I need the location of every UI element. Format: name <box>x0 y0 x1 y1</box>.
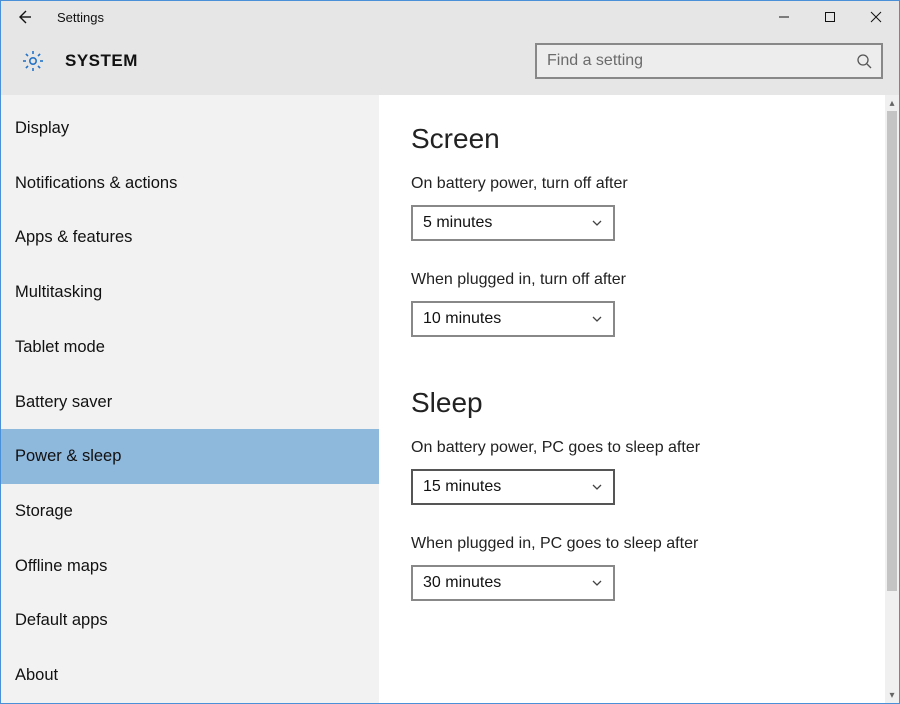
back-button[interactable] <box>1 1 47 33</box>
search-icon <box>847 53 881 69</box>
sidebar-item-label: Notifications & actions <box>15 174 177 193</box>
scroll-up-button[interactable]: ▴ <box>885 95 899 111</box>
sidebar-item-label: Multitasking <box>15 283 102 302</box>
sidebar-item-battery-saver[interactable]: Battery saver <box>1 375 379 430</box>
sleep-battery-dropdown[interactable]: 15 minutes <box>411 469 615 505</box>
sidebar-item-label: Apps & features <box>15 228 132 247</box>
sidebar-item-multitasking[interactable]: Multitasking <box>1 265 379 320</box>
section-title-screen: Screen <box>411 123 899 155</box>
chevron-down-icon <box>581 313 613 325</box>
close-icon <box>870 11 882 23</box>
maximize-button[interactable] <box>807 1 853 33</box>
sidebar-item-offline-maps[interactable]: Offline maps <box>1 539 379 594</box>
sleep-plugged-label: When plugged in, PC goes to sleep after <box>411 535 899 553</box>
chevron-down-icon <box>581 217 613 229</box>
minimize-button[interactable] <box>761 1 807 33</box>
sidebar-item-label: Tablet mode <box>15 338 105 357</box>
sidebar-item-label: About <box>15 666 58 685</box>
search-input[interactable] <box>537 45 847 77</box>
body: Display Notifications & actions Apps & f… <box>1 95 899 703</box>
screen-battery-label: On battery power, turn off after <box>411 175 899 193</box>
dropdown-value: 15 minutes <box>413 478 581 496</box>
sidebar-item-label: Storage <box>15 502 73 521</box>
sidebar-item-label: Display <box>15 119 69 138</box>
sidebar-item-about[interactable]: About <box>1 648 379 703</box>
minimize-icon <box>778 11 790 23</box>
sidebar-item-apps[interactable]: Apps & features <box>1 210 379 265</box>
sidebar-item-power-sleep[interactable]: Power & sleep <box>1 429 379 484</box>
sidebar-item-tablet-mode[interactable]: Tablet mode <box>1 320 379 375</box>
settings-window: Settings SYSTEM Display Notifications & … <box>0 0 900 704</box>
sidebar-item-label: Battery saver <box>15 393 112 412</box>
sidebar-item-default-apps[interactable]: Default apps <box>1 594 379 649</box>
content: Screen On battery power, turn off after … <box>379 95 899 703</box>
dropdown-value: 10 minutes <box>413 310 581 328</box>
maximize-icon <box>824 11 836 23</box>
titlebar: Settings <box>1 1 899 33</box>
dropdown-value: 5 minutes <box>413 214 581 232</box>
sleep-plugged-dropdown[interactable]: 30 minutes <box>411 565 615 601</box>
sleep-battery-label: On battery power, PC goes to sleep after <box>411 439 899 457</box>
scroll-thumb[interactable] <box>887 111 897 591</box>
sidebar-item-label: Offline maps <box>15 557 107 576</box>
section-title-sleep: Sleep <box>411 387 899 419</box>
sidebar-item-notifications[interactable]: Notifications & actions <box>1 156 379 211</box>
screen-plugged-dropdown[interactable]: 10 minutes <box>411 301 615 337</box>
chevron-down-icon <box>581 577 613 589</box>
sidebar-item-label: Default apps <box>15 611 108 630</box>
window-title: Settings <box>47 10 104 25</box>
vertical-scrollbar[interactable]: ▴ ▾ <box>885 95 899 703</box>
sidebar-item-display[interactable]: Display <box>1 101 379 156</box>
header-title: SYSTEM <box>65 51 138 71</box>
chevron-down-icon <box>581 481 613 493</box>
sidebar-item-storage[interactable]: Storage <box>1 484 379 539</box>
scroll-down-button[interactable]: ▾ <box>885 687 899 703</box>
search-box[interactable] <box>535 43 883 79</box>
screen-battery-dropdown[interactable]: 5 minutes <box>411 205 615 241</box>
close-button[interactable] <box>853 1 899 33</box>
header: SYSTEM <box>1 33 899 95</box>
gear-icon <box>19 47 47 75</box>
screen-plugged-label: When plugged in, turn off after <box>411 271 899 289</box>
dropdown-value: 30 minutes <box>413 574 581 592</box>
sidebar-item-label: Power & sleep <box>15 447 121 466</box>
sidebar: Display Notifications & actions Apps & f… <box>1 95 379 703</box>
arrow-left-icon <box>15 8 33 26</box>
